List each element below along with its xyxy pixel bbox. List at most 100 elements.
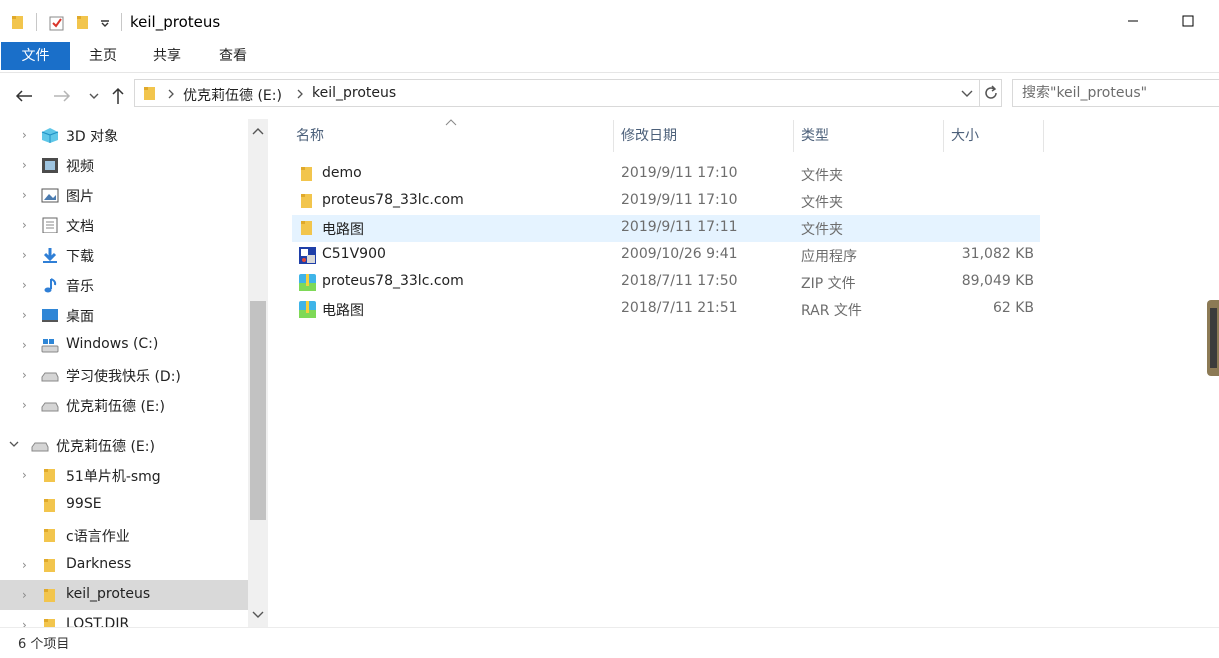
column-header-type[interactable]: 类型 bbox=[801, 120, 829, 152]
chevron-up-icon[interactable] bbox=[252, 127, 264, 135]
properties-checkbox-icon[interactable] bbox=[48, 14, 66, 32]
chevron-right-icon[interactable]: › bbox=[22, 468, 27, 482]
refresh-icon[interactable] bbox=[983, 85, 999, 101]
drive-icon bbox=[31, 442, 49, 452]
nav-item-folder[interactable]: › Darkness bbox=[0, 550, 248, 580]
file-type: 应用程序 bbox=[801, 249, 857, 265]
nav-label: 视频 bbox=[66, 159, 94, 175]
nav-label: 51单片机-smg bbox=[66, 469, 161, 485]
file-name: proteus78_33lc.com bbox=[322, 273, 464, 289]
nav-item-documents[interactable]: › 文档 bbox=[0, 210, 248, 240]
nav-label: 学习使我快乐 (D:) bbox=[66, 369, 181, 385]
tab-file[interactable]: 文件 bbox=[1, 42, 70, 70]
file-type: 文件夹 bbox=[801, 168, 843, 184]
nav-label: 音乐 bbox=[66, 279, 94, 295]
nav-item-keil-proteus[interactable]: › keil_proteus bbox=[0, 580, 248, 610]
column-divider[interactable] bbox=[1043, 120, 1044, 152]
nav-item-3d-objects[interactable]: › 3D 对象 bbox=[0, 120, 248, 150]
status-bar: 6 个项目 bbox=[0, 627, 1219, 658]
nav-item-drive-d[interactable]: › 学习使我快乐 (D:) bbox=[0, 360, 248, 390]
nav-item-download[interactable]: › 下载 bbox=[0, 240, 248, 270]
chevron-right-icon[interactable]: › bbox=[22, 308, 27, 322]
zip-icon bbox=[299, 274, 316, 291]
customize-toolbar-icon[interactable] bbox=[100, 18, 110, 28]
chevron-down-icon[interactable] bbox=[252, 611, 264, 619]
nav-item-drive-c[interactable]: › Windows (C:) bbox=[0, 330, 248, 360]
nav-item-folder[interactable]: c语言作业 bbox=[0, 520, 248, 550]
column-header-size[interactable]: 大小 bbox=[951, 120, 979, 152]
file-type: 文件夹 bbox=[801, 222, 843, 238]
minimize-button[interactable] bbox=[1110, 0, 1156, 42]
column-divider[interactable] bbox=[943, 120, 944, 152]
chevron-right-icon[interactable]: › bbox=[22, 188, 27, 202]
chevron-right-icon[interactable]: › bbox=[22, 588, 27, 602]
new-folder-icon[interactable] bbox=[76, 14, 90, 30]
music-icon bbox=[44, 278, 57, 293]
chevron-right-icon[interactable]: › bbox=[22, 158, 27, 172]
nav-label: c语言作业 bbox=[66, 529, 130, 545]
chevron-right-icon[interactable]: › bbox=[22, 618, 27, 627]
drive-icon bbox=[41, 372, 59, 382]
column-divider[interactable] bbox=[793, 120, 794, 152]
nav-item-video[interactable]: › 视频 bbox=[0, 150, 248, 180]
folder-icon bbox=[12, 16, 23, 29]
folder-icon bbox=[44, 619, 55, 627]
arrow-left-icon bbox=[15, 90, 32, 102]
chevron-right-icon[interactable]: › bbox=[22, 128, 27, 142]
arrow-up-icon bbox=[112, 87, 124, 104]
chevron-down-icon[interactable] bbox=[9, 441, 19, 449]
recent-locations-button[interactable] bbox=[82, 84, 106, 108]
search-input[interactable]: 搜索"keil_proteus" bbox=[1012, 79, 1219, 107]
file-row[interactable]: 电路图 2018/7/11 21:51 RAR 文件 62 KB bbox=[292, 296, 1040, 323]
maximize-button[interactable] bbox=[1165, 0, 1211, 42]
nav-item-folder[interactable]: › LOST.DIR bbox=[0, 610, 248, 627]
nav-item-folder[interactable]: 99SE bbox=[0, 490, 248, 520]
folder-icon bbox=[44, 589, 55, 602]
arrow-right-icon bbox=[54, 90, 71, 102]
address-bar[interactable]: 优克莉伍德 (E:) keil_proteus bbox=[134, 79, 1002, 107]
file-row[interactable]: 电路图 2019/9/11 17:11 文件夹 bbox=[292, 215, 1040, 242]
folder-icon bbox=[44, 529, 55, 542]
file-row[interactable]: C51V900 2009/10/26 9:41 应用程序 31,082 KB bbox=[292, 242, 1040, 269]
chevron-right-icon[interactable]: › bbox=[22, 248, 27, 262]
nav-item-folder[interactable]: › 51单片机-smg bbox=[0, 460, 248, 490]
chevron-right-icon[interactable]: › bbox=[22, 218, 27, 232]
tab-share[interactable]: 共享 bbox=[144, 42, 190, 70]
nav-item-drive-e[interactable]: › 优克莉伍德 (E:) bbox=[0, 390, 248, 420]
nav-item-desktop[interactable]: › 桌面 bbox=[0, 300, 248, 330]
column-header-name[interactable]: 名称 bbox=[296, 120, 324, 152]
chevron-right-icon[interactable]: › bbox=[22, 338, 27, 352]
breadcrumb-folder[interactable]: keil_proteus bbox=[312, 85, 396, 101]
nav-label: 优克莉伍德 (E:) bbox=[56, 439, 155, 455]
navigation-pane: › 3D 对象 › 视频 › 图片 › 文档 › 下载 › 音乐 › 桌面 › bbox=[0, 119, 268, 627]
edge-widget[interactable] bbox=[1207, 300, 1219, 376]
tab-view[interactable]: 查看 bbox=[210, 42, 256, 70]
chevron-right-icon[interactable]: › bbox=[22, 398, 27, 412]
drive-icon bbox=[41, 402, 59, 412]
up-button[interactable] bbox=[106, 84, 130, 108]
nav-scrollbar-thumb[interactable] bbox=[250, 301, 266, 520]
separator bbox=[121, 13, 122, 31]
forward-button[interactable] bbox=[50, 84, 74, 108]
chevron-down-icon[interactable] bbox=[961, 89, 973, 99]
file-name: C51V900 bbox=[322, 246, 386, 262]
desktop-icon bbox=[42, 309, 58, 322]
nav-item-drive-e-expanded[interactable]: 优克莉伍德 (E:) bbox=[0, 430, 248, 460]
back-button[interactable] bbox=[12, 84, 36, 108]
breadcrumb-drive[interactable]: 优克莉伍德 (E:) bbox=[183, 85, 282, 105]
nav-item-music[interactable]: › 音乐 bbox=[0, 270, 248, 300]
nav-item-pictures[interactable]: › 图片 bbox=[0, 180, 248, 210]
minimize-icon bbox=[1128, 20, 1138, 22]
chevron-right-icon[interactable]: › bbox=[22, 368, 27, 382]
file-row[interactable]: demo 2019/9/11 17:10 文件夹 bbox=[292, 161, 1040, 188]
file-row[interactable]: proteus78_33lc.com 2018/7/11 17:50 ZIP 文… bbox=[292, 269, 1040, 296]
chevron-right-icon[interactable]: › bbox=[22, 558, 27, 572]
file-row[interactable]: proteus78_33lc.com 2019/9/11 17:10 文件夹 bbox=[292, 188, 1040, 215]
file-type: 文件夹 bbox=[801, 195, 843, 211]
folder-icon bbox=[301, 167, 312, 181]
column-divider[interactable] bbox=[613, 120, 614, 152]
chevron-right-icon[interactable]: › bbox=[22, 278, 27, 292]
tab-home[interactable]: 主页 bbox=[80, 42, 126, 70]
column-header-date[interactable]: 修改日期 bbox=[621, 120, 677, 152]
download-icon bbox=[43, 248, 57, 263]
